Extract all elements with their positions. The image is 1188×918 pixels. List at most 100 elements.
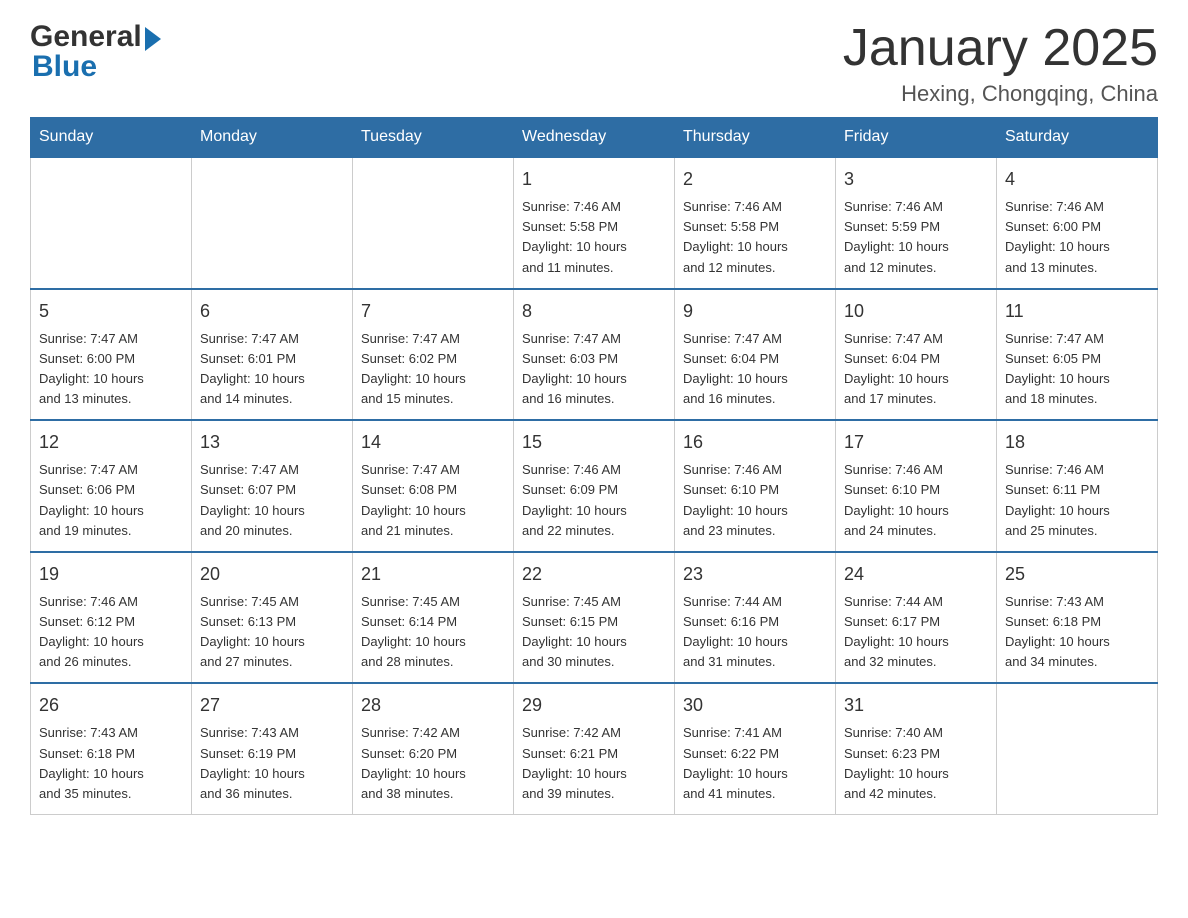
- day-number: 5: [39, 298, 183, 325]
- day-number: 24: [844, 561, 988, 588]
- day-number: 22: [522, 561, 666, 588]
- day-info: Sunrise: 7:43 AM Sunset: 6:19 PM Dayligh…: [200, 723, 344, 804]
- day-info: Sunrise: 7:47 AM Sunset: 6:04 PM Dayligh…: [844, 329, 988, 410]
- calendar-header-wednesday: Wednesday: [514, 118, 675, 158]
- calendar-cell: 23Sunrise: 7:44 AM Sunset: 6:16 PM Dayli…: [675, 552, 836, 684]
- calendar-cell: 21Sunrise: 7:45 AM Sunset: 6:14 PM Dayli…: [353, 552, 514, 684]
- day-number: 15: [522, 429, 666, 456]
- calendar-table: SundayMondayTuesdayWednesdayThursdayFrid…: [30, 117, 1158, 815]
- calendar-cell: [353, 157, 514, 289]
- day-info: Sunrise: 7:46 AM Sunset: 6:10 PM Dayligh…: [683, 460, 827, 541]
- day-info: Sunrise: 7:47 AM Sunset: 6:00 PM Dayligh…: [39, 329, 183, 410]
- day-number: 26: [39, 692, 183, 719]
- calendar-week-row: 12 Sunrise: 7:47 AM Sunset: 6:06 PM Dayli…: [31, 420, 1158, 552]
- day-number: 1: [522, 166, 666, 193]
- day-number: 19: [39, 561, 183, 588]
- day-info: Sunrise: 7:47 AM Sunset: 6:06 PM Dayligh…: [39, 460, 183, 541]
- calendar-cell: 27 Sunrise: 7:43 AM Sunset: 6:19 PM Dayli…: [192, 683, 353, 814]
- calendar-week-row: 26 Sunrise: 7:43 AM Sunset: 6:18 PM Dayli…: [31, 683, 1158, 814]
- day-info: Sunrise: 7:46 AM Sunset: 5:58 PM Dayligh…: [683, 197, 827, 278]
- day-number: 14: [361, 429, 505, 456]
- day-number: 13: [200, 429, 344, 456]
- calendar-cell: 28Sunrise: 7:42 AM Sunset: 6:20 PM Dayli…: [353, 683, 514, 814]
- page-header: General Blue January 2025 Hexing, Chongq…: [30, 20, 1158, 107]
- calendar-cell: 26 Sunrise: 7:43 AM Sunset: 6:18 PM Dayli…: [31, 683, 192, 814]
- day-number: 29: [522, 692, 666, 719]
- day-info: Sunrise: 7:47 AM Sunset: 6:03 PM Dayligh…: [522, 329, 666, 410]
- calendar-cell: 20Sunrise: 7:45 AM Sunset: 6:13 PM Dayli…: [192, 552, 353, 684]
- day-number: 28: [361, 692, 505, 719]
- calendar-cell: 19 Sunrise: 7:46 AM Sunset: 6:12 PM Dayli…: [31, 552, 192, 684]
- calendar-cell: 11 Sunrise: 7:47 AM Sunset: 6:05 PM Dayli…: [997, 289, 1158, 421]
- logo-arrow-icon: [145, 27, 161, 51]
- calendar-header-saturday: Saturday: [997, 118, 1158, 158]
- day-number: 8: [522, 298, 666, 325]
- day-number: 27: [200, 692, 344, 719]
- day-info: Sunrise: 7:44 AM Sunset: 6:17 PM Dayligh…: [844, 592, 988, 673]
- day-number: 7: [361, 298, 505, 325]
- title-block: January 2025 Hexing, Chongqing, China: [843, 20, 1158, 107]
- day-number: 2: [683, 166, 827, 193]
- calendar-cell: [997, 683, 1158, 814]
- calendar-cell: 10 Sunrise: 7:47 AM Sunset: 6:04 PM Dayli…: [836, 289, 997, 421]
- calendar-cell: 29 Sunrise: 7:42 AM Sunset: 6:21 PM Dayli…: [514, 683, 675, 814]
- calendar-cell: 4 Sunrise: 7:46 AM Sunset: 6:00 PM Daylig…: [997, 157, 1158, 289]
- location-title: Hexing, Chongqing, China: [843, 81, 1158, 107]
- calendar-cell: 31Sunrise: 7:40 AM Sunset: 6:23 PM Dayli…: [836, 683, 997, 814]
- day-number: 12: [39, 429, 183, 456]
- day-info: Sunrise: 7:43 AM Sunset: 6:18 PM Dayligh…: [39, 723, 183, 804]
- day-info: Sunrise: 7:46 AM Sunset: 6:00 PM Dayligh…: [1005, 197, 1149, 278]
- day-info: Sunrise: 7:47 AM Sunset: 6:02 PM Dayligh…: [361, 329, 505, 410]
- calendar-header-friday: Friday: [836, 118, 997, 158]
- calendar-cell: 3 Sunrise: 7:46 AM Sunset: 5:59 PM Daylig…: [836, 157, 997, 289]
- logo-general-text: General: [30, 20, 142, 54]
- calendar-cell: 22 Sunrise: 7:45 AM Sunset: 6:15 PM Dayli…: [514, 552, 675, 684]
- day-info: Sunrise: 7:46 AM Sunset: 5:58 PM Dayligh…: [522, 197, 666, 278]
- day-number: 16: [683, 429, 827, 456]
- day-number: 4: [1005, 166, 1149, 193]
- calendar-cell: [192, 157, 353, 289]
- day-info: Sunrise: 7:46 AM Sunset: 5:59 PM Dayligh…: [844, 197, 988, 278]
- calendar-header-tuesday: Tuesday: [353, 118, 514, 158]
- day-info: Sunrise: 7:47 AM Sunset: 6:08 PM Dayligh…: [361, 460, 505, 541]
- calendar-week-row: 1 Sunrise: 7:46 AM Sunset: 5:58 PM Daylig…: [31, 157, 1158, 289]
- day-info: Sunrise: 7:47 AM Sunset: 6:05 PM Dayligh…: [1005, 329, 1149, 410]
- calendar-header-thursday: Thursday: [675, 118, 836, 158]
- day-info: Sunrise: 7:41 AM Sunset: 6:22 PM Dayligh…: [683, 723, 827, 804]
- calendar-cell: 16 Sunrise: 7:46 AM Sunset: 6:10 PM Dayli…: [675, 420, 836, 552]
- day-number: 21: [361, 561, 505, 588]
- day-info: Sunrise: 7:47 AM Sunset: 6:04 PM Dayligh…: [683, 329, 827, 410]
- calendar-cell: 13Sunrise: 7:47 AM Sunset: 6:07 PM Dayli…: [192, 420, 353, 552]
- calendar-header-row: SundayMondayTuesdayWednesdayThursdayFrid…: [31, 118, 1158, 158]
- calendar-cell: 12 Sunrise: 7:47 AM Sunset: 6:06 PM Dayli…: [31, 420, 192, 552]
- calendar-cell: 25Sunrise: 7:43 AM Sunset: 6:18 PM Dayli…: [997, 552, 1158, 684]
- day-number: 23: [683, 561, 827, 588]
- calendar-header-sunday: Sunday: [31, 118, 192, 158]
- day-number: 9: [683, 298, 827, 325]
- day-number: 30: [683, 692, 827, 719]
- month-title: January 2025: [843, 20, 1158, 77]
- day-number: 20: [200, 561, 344, 588]
- logo-blue-text: Blue: [30, 50, 97, 84]
- day-number: 11: [1005, 298, 1149, 325]
- day-info: Sunrise: 7:46 AM Sunset: 6:10 PM Dayligh…: [844, 460, 988, 541]
- day-number: 10: [844, 298, 988, 325]
- day-info: Sunrise: 7:47 AM Sunset: 6:01 PM Dayligh…: [200, 329, 344, 410]
- day-number: 3: [844, 166, 988, 193]
- calendar-cell: [31, 157, 192, 289]
- day-number: 17: [844, 429, 988, 456]
- calendar-week-row: 19 Sunrise: 7:46 AM Sunset: 6:12 PM Dayli…: [31, 552, 1158, 684]
- day-info: Sunrise: 7:43 AM Sunset: 6:18 PM Dayligh…: [1005, 592, 1149, 673]
- day-info: Sunrise: 7:45 AM Sunset: 6:15 PM Dayligh…: [522, 592, 666, 673]
- calendar-cell: 6Sunrise: 7:47 AM Sunset: 6:01 PM Daylig…: [192, 289, 353, 421]
- calendar-cell: 8 Sunrise: 7:47 AM Sunset: 6:03 PM Daylig…: [514, 289, 675, 421]
- day-info: Sunrise: 7:46 AM Sunset: 6:11 PM Dayligh…: [1005, 460, 1149, 541]
- logo: General Blue: [30, 20, 161, 84]
- day-info: Sunrise: 7:42 AM Sunset: 6:21 PM Dayligh…: [522, 723, 666, 804]
- day-info: Sunrise: 7:46 AM Sunset: 6:12 PM Dayligh…: [39, 592, 183, 673]
- day-info: Sunrise: 7:46 AM Sunset: 6:09 PM Dayligh…: [522, 460, 666, 541]
- calendar-cell: 17 Sunrise: 7:46 AM Sunset: 6:10 PM Dayli…: [836, 420, 997, 552]
- calendar-cell: 14 Sunrise: 7:47 AM Sunset: 6:08 PM Dayli…: [353, 420, 514, 552]
- calendar-cell: 24 Sunrise: 7:44 AM Sunset: 6:17 PM Dayli…: [836, 552, 997, 684]
- calendar-cell: 1 Sunrise: 7:46 AM Sunset: 5:58 PM Daylig…: [514, 157, 675, 289]
